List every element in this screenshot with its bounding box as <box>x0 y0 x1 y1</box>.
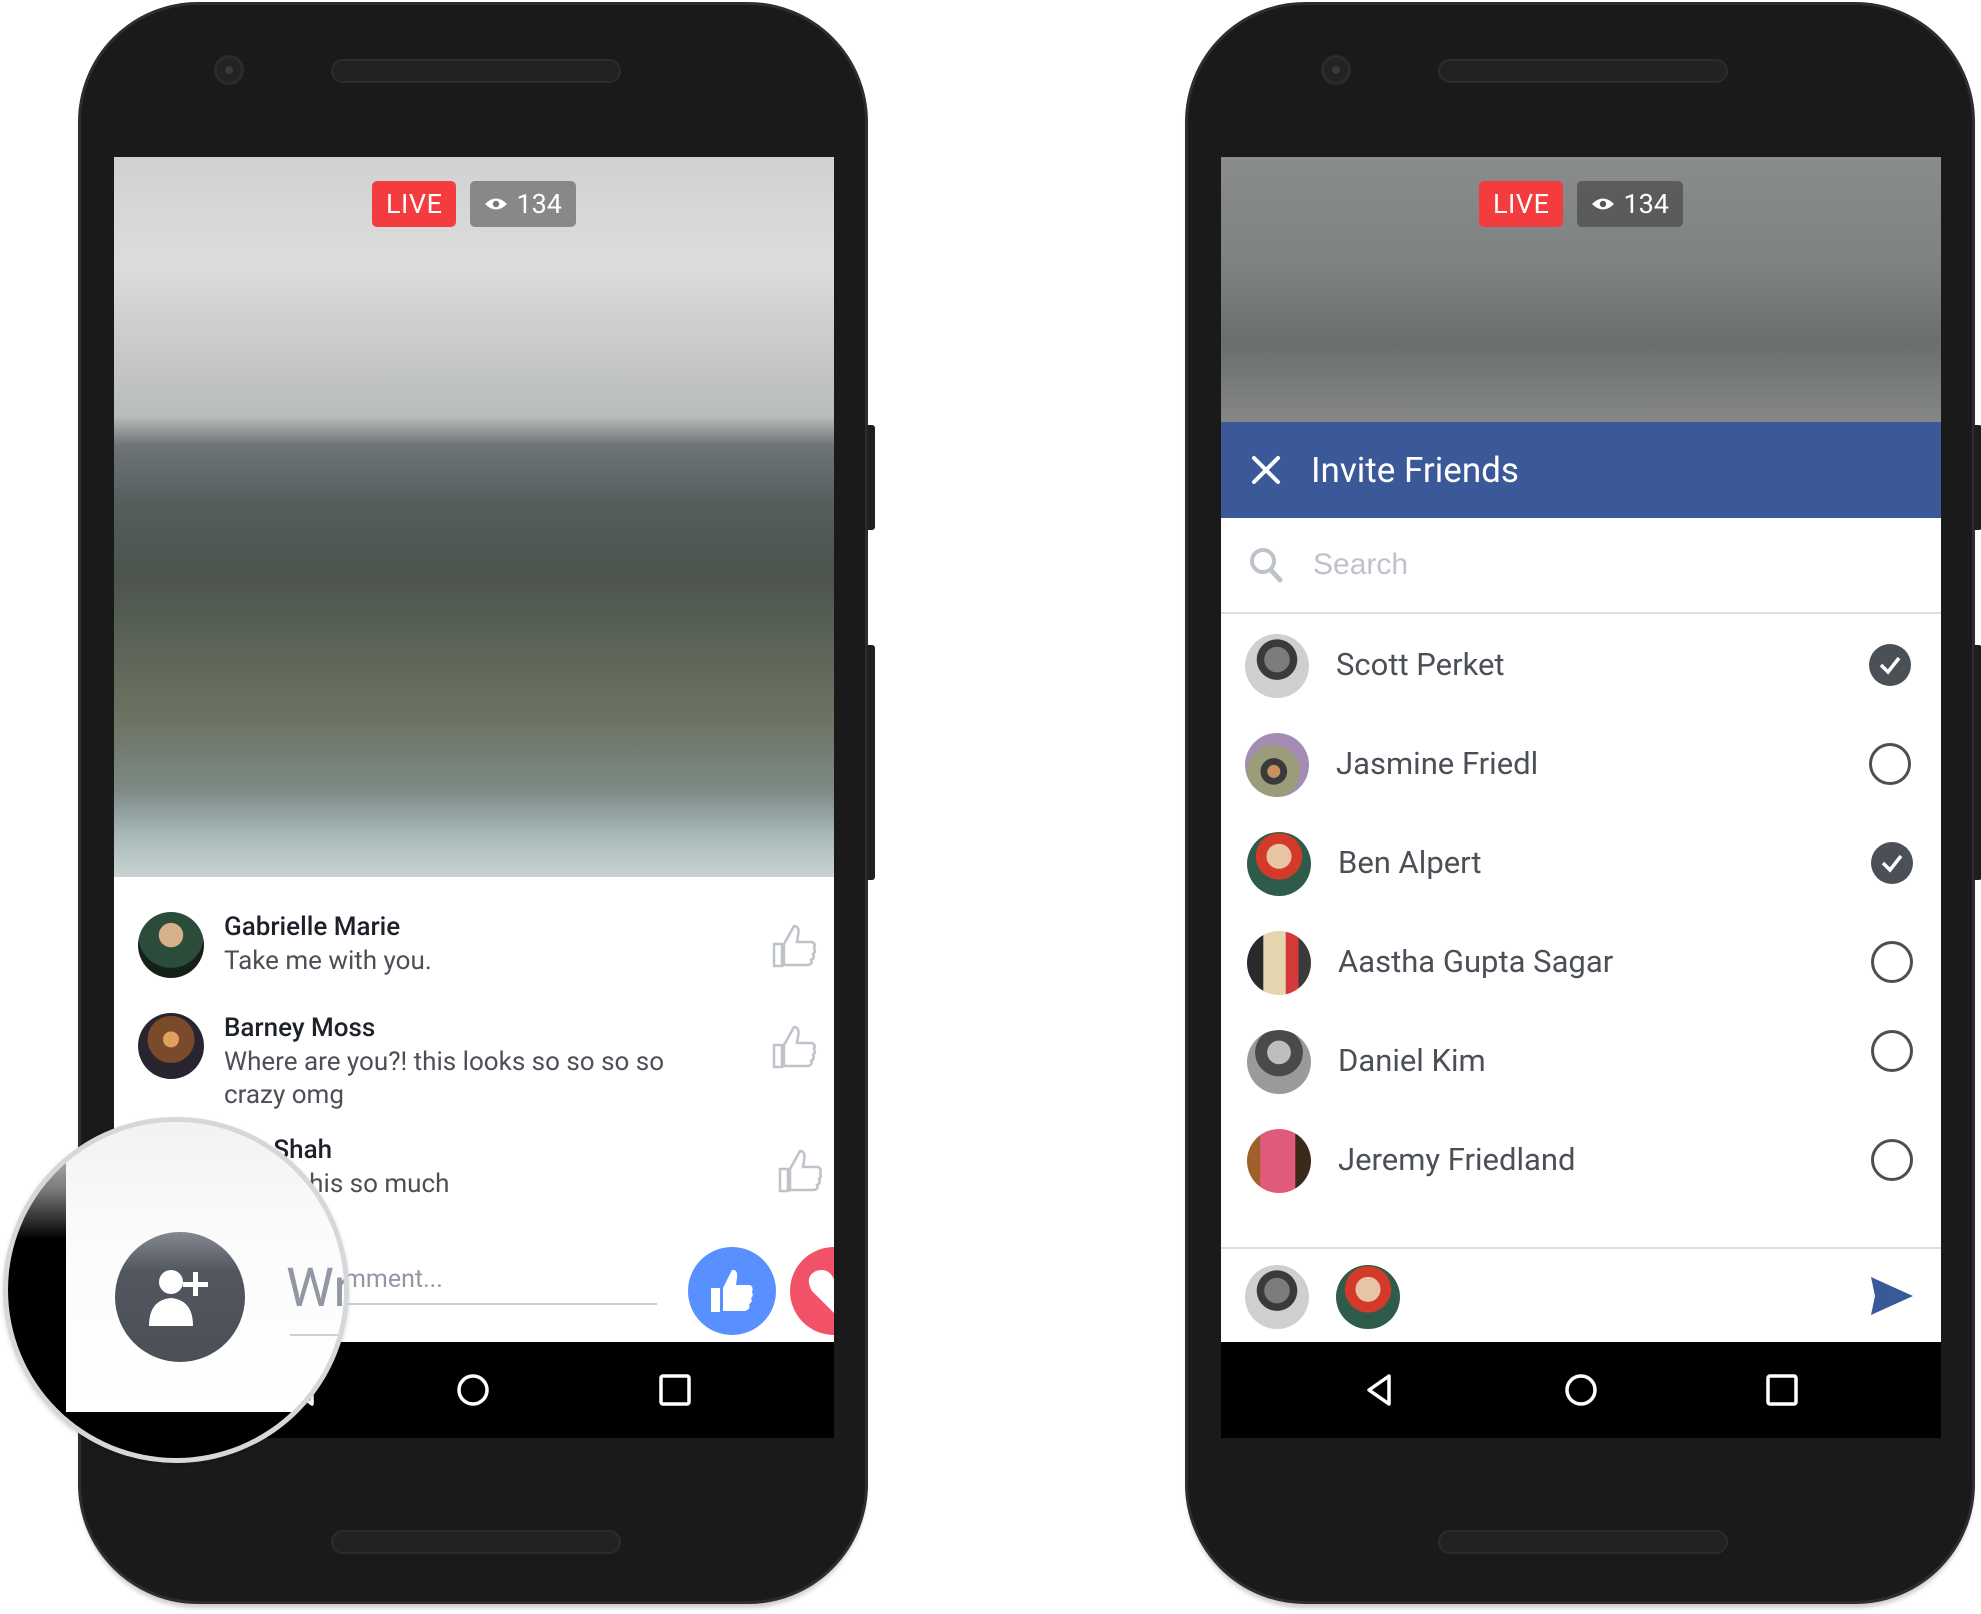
avatar <box>1245 733 1309 797</box>
viewer-count: 134 <box>516 188 562 220</box>
comment-item: Barney Moss Where are you?! this looks s… <box>138 1013 818 1123</box>
close-button[interactable] <box>1221 422 1311 518</box>
avatar-gabrielle[interactable] <box>138 912 204 978</box>
right-phone: LIVE 134 Invite Friends Scott Perket <box>1185 2 1981 1604</box>
live-video[interactable]: LIVE 134 <box>114 157 834 877</box>
send-icon[interactable] <box>1871 1277 1913 1315</box>
invite-friends-header: Invite Friends <box>1221 422 1941 518</box>
live-video[interactable]: LIVE 134 <box>1221 157 1941 422</box>
comment-author[interactable]: Barney Moss <box>224 1013 375 1043</box>
eye-icon <box>485 198 508 210</box>
front-camera <box>214 55 244 85</box>
friend-row[interactable]: Jasmine Friedl <box>1221 715 1941 814</box>
volume-button <box>1974 425 1981 530</box>
thumbs-up-outline-icon[interactable] <box>770 1023 818 1071</box>
avatar <box>1247 1030 1311 1094</box>
friend-row[interactable]: Scott Perket <box>1221 616 1941 715</box>
friend-name: Aastha Gupta Sagar <box>1338 943 1614 980</box>
friend-row[interactable]: Jeremy Friedland <box>1221 1111 1941 1210</box>
love-reaction-button[interactable] <box>790 1247 834 1335</box>
viewer-count-badge: 134 <box>1577 181 1683 227</box>
search-icon-wrap <box>1221 546 1311 584</box>
magnified-nav-bar <box>8 1412 344 1458</box>
invite-friends-button[interactable] <box>115 1232 245 1362</box>
search-input[interactable] <box>1311 547 1871 583</box>
bottom-speaker <box>1438 1530 1728 1554</box>
check-icon <box>1881 854 1903 873</box>
header-title: Invite Friends <box>1311 449 1519 491</box>
live-badge: LIVE <box>1479 181 1564 227</box>
viewer-count: 134 <box>1623 188 1669 220</box>
top-speaker <box>1438 59 1728 83</box>
thumbs-up-outline-icon[interactable] <box>776 1147 824 1195</box>
friend-name: Daniel Kim <box>1338 1042 1486 1079</box>
friend-row[interactable]: Ben Alpert <box>1221 814 1941 913</box>
comment-input-placeholder: mment... <box>344 1265 443 1294</box>
friend-name: Jeremy Friedland <box>1338 1141 1576 1178</box>
friend-checkbox-unchecked[interactable] <box>1871 1030 1913 1072</box>
friend-row[interactable]: Aastha Gupta Sagar <box>1221 913 1941 1012</box>
back-nav-icon[interactable] <box>1361 1372 1397 1408</box>
home-nav-icon[interactable] <box>455 1372 491 1408</box>
friend-name: Ben Alpert <box>1338 844 1482 881</box>
selected-friend-avatar[interactable] <box>1245 1265 1309 1329</box>
home-nav-icon[interactable] <box>1563 1372 1599 1408</box>
friend-checkbox-unchecked[interactable] <box>1871 941 1913 983</box>
friend-checkbox-checked[interactable] <box>1871 842 1913 884</box>
avatar-barney[interactable] <box>138 1013 204 1079</box>
magnified-comment-input[interactable]: Wr <box>286 1257 344 1320</box>
friend-name: Jasmine Friedl <box>1336 745 1539 782</box>
comment-text: Where are you?! this looks so so so so c… <box>224 1047 665 1110</box>
friend-row[interactable]: Daniel Kim <box>1221 1012 1941 1111</box>
friend-checkbox-checked[interactable] <box>1869 644 1911 686</box>
viewer-count-badge: 134 <box>470 181 576 227</box>
avatar <box>1245 634 1309 698</box>
bottom-speaker <box>331 1530 621 1554</box>
eye-icon <box>1592 198 1615 210</box>
check-icon <box>1879 656 1901 675</box>
magnified-input-underline <box>290 1334 344 1336</box>
avatar <box>1247 832 1311 896</box>
like-reaction-button[interactable] <box>688 1247 776 1335</box>
invite-friends-screen: LIVE 134 Invite Friends Scott Perket <box>1221 157 1941 1438</box>
recents-nav-icon[interactable] <box>657 1372 693 1408</box>
live-badge: LIVE <box>372 181 457 227</box>
avatar <box>1247 1129 1311 1193</box>
front-camera <box>1321 55 1351 85</box>
add-friend-icon <box>149 1270 208 1326</box>
comment-text: Take me with you. <box>224 946 432 976</box>
thumbs-up-outline-icon[interactable] <box>770 922 818 970</box>
friend-checkbox-unchecked[interactable] <box>1871 1139 1913 1181</box>
magnified-phone-edge <box>8 1122 66 1458</box>
comment-item: Gabrielle Marie Take me with you. <box>138 912 818 992</box>
heart-icon <box>808 1270 834 1313</box>
comment-author[interactable]: Gabrielle Marie <box>224 912 400 942</box>
friend-checkbox-unchecked[interactable] <box>1869 743 1911 785</box>
search-icon <box>1250 548 1283 583</box>
selected-friend-avatar[interactable] <box>1336 1265 1400 1329</box>
thumbs-up-icon <box>711 1269 753 1312</box>
search-bar <box>1221 518 1941 614</box>
power-button <box>1974 645 1981 880</box>
top-speaker <box>331 59 621 83</box>
friend-name: Scott Perket <box>1336 646 1505 683</box>
close-icon <box>1252 456 1280 484</box>
recents-nav-icon[interactable] <box>1764 1372 1800 1408</box>
magnifier-callout: Wr <box>3 1117 349 1463</box>
selected-friends-bar <box>1221 1247 1941 1342</box>
android-nav-bar <box>1221 1342 1941 1438</box>
avatar <box>1247 931 1311 995</box>
comment-input[interactable]: mment... <box>304 1265 657 1305</box>
volume-button <box>867 425 875 530</box>
power-button <box>867 645 875 880</box>
